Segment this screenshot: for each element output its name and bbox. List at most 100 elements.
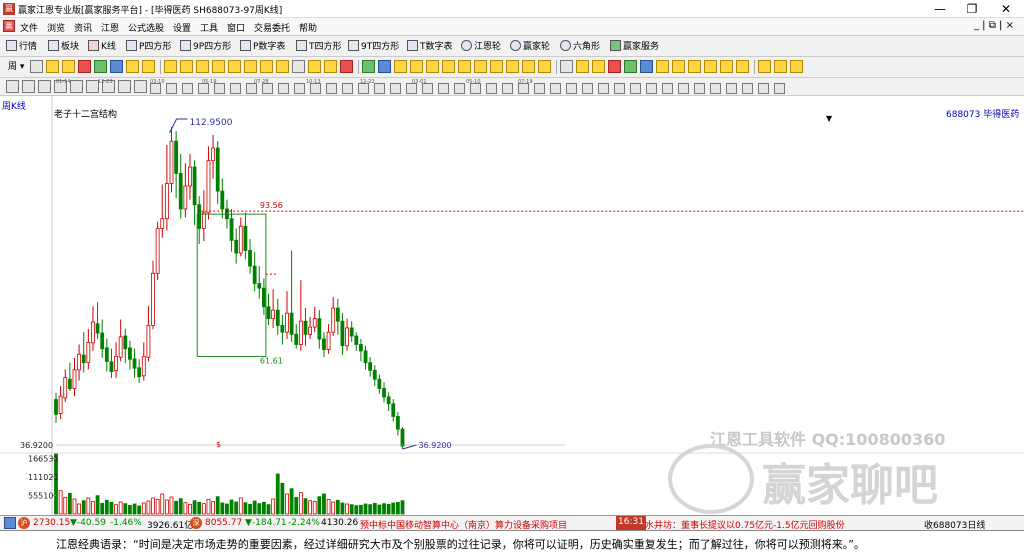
winner-wheel-button[interactable]: 赢家轮 xyxy=(510,40,550,54)
analysis-tool-31-icon[interactable] xyxy=(630,83,641,94)
draw-tool-4-icon[interactable] xyxy=(78,60,91,73)
minimize-button[interactable]: — xyxy=(924,0,956,18)
analysis-tool-12-icon[interactable] xyxy=(326,83,337,94)
9t-square-button[interactable]: 9T四方形 xyxy=(348,40,399,54)
analysis-tool-18-icon[interactable] xyxy=(422,83,433,94)
service-button[interactable]: 赢家服务 xyxy=(610,40,659,54)
draw-tool-41-icon[interactable] xyxy=(688,60,701,73)
p-square-button[interactable]: P四方形 xyxy=(126,40,171,54)
draw-tool-34-icon[interactable] xyxy=(576,60,589,73)
analysis-tool-7-icon[interactable] xyxy=(246,83,257,94)
close-button[interactable]: ✕ xyxy=(990,0,1022,18)
draw-tool-45-icon[interactable] xyxy=(758,60,771,73)
t-number-table-button[interactable]: T数字表 xyxy=(407,40,453,54)
draw-tool-36-icon[interactable] xyxy=(608,60,621,73)
draw-tool-18-icon[interactable] xyxy=(308,60,321,73)
menu-info[interactable]: 资讯 xyxy=(74,21,92,34)
draw-tool-47-icon[interactable] xyxy=(790,60,803,73)
draw-tool-15-icon[interactable] xyxy=(260,60,273,73)
menu-gann[interactable]: 江恩 xyxy=(101,21,119,34)
draw-tool-43-icon[interactable] xyxy=(720,60,733,73)
period-selector[interactable]: 周 ▾ xyxy=(8,60,24,74)
analysis-tool-24-icon[interactable] xyxy=(518,83,529,94)
draw-tool-11-icon[interactable] xyxy=(196,60,209,73)
menu-file[interactable]: 文件 xyxy=(20,21,38,34)
sh-index[interactable]: 2730.15 xyxy=(33,518,70,528)
menu-window[interactable]: 窗口 xyxy=(227,21,245,34)
analysis-tool-35-icon[interactable] xyxy=(694,83,705,94)
analysis-tool-21-icon[interactable] xyxy=(470,83,481,94)
draw-tool-21-icon[interactable] xyxy=(362,60,375,73)
draw-tool-10-icon[interactable] xyxy=(180,60,193,73)
draw-tool-42-icon[interactable] xyxy=(704,60,717,73)
analysis-tool-33-icon[interactable] xyxy=(662,83,673,94)
analysis-tool-39-icon[interactable] xyxy=(758,83,769,94)
menu-help[interactable]: 帮助 xyxy=(299,21,317,34)
draw-tool-26-icon[interactable] xyxy=(442,60,455,73)
view-tool-2-icon[interactable] xyxy=(22,80,35,93)
mdi-controls[interactable]: _ | ⧉ | × xyxy=(974,20,1014,31)
draw-tool-37-icon[interactable] xyxy=(624,60,637,73)
draw-tool-9-icon[interactable] xyxy=(164,60,177,73)
menu-formula[interactable]: 公式选股 xyxy=(128,21,164,34)
analysis-tool-10-icon[interactable] xyxy=(294,83,305,94)
analysis-tool-26-icon[interactable] xyxy=(550,83,561,94)
analysis-tool-16-icon[interactable] xyxy=(390,83,401,94)
draw-tool-35-icon[interactable] xyxy=(592,60,605,73)
draw-tool-1-icon[interactable] xyxy=(30,60,43,73)
draw-tool-17-icon[interactable] xyxy=(292,60,305,73)
draw-tool-40-icon[interactable] xyxy=(672,60,685,73)
analysis-tool-2-icon[interactable] xyxy=(166,83,177,94)
sector-button[interactable]: 板块 xyxy=(48,40,79,54)
draw-tool-27-icon[interactable] xyxy=(458,60,471,73)
view-tool-9-icon[interactable] xyxy=(134,80,147,93)
draw-tool-29-icon[interactable] xyxy=(490,60,503,73)
draw-tool-22-icon[interactable] xyxy=(378,60,391,73)
analysis-tool-4-icon[interactable] xyxy=(198,83,209,94)
sz-index[interactable]: 8055.77 xyxy=(205,518,242,528)
analysis-tool-40-icon[interactable] xyxy=(774,83,785,94)
analysis-tool-6-icon[interactable] xyxy=(230,83,241,94)
menu-trade[interactable]: 交易委托 xyxy=(254,21,290,34)
analysis-tool-3-icon[interactable] xyxy=(182,83,193,94)
view-tool-8-icon[interactable] xyxy=(118,80,131,93)
draw-tool-32-icon[interactable] xyxy=(538,60,551,73)
analysis-tool-14-icon[interactable] xyxy=(358,83,369,94)
analysis-tool-17-icon[interactable] xyxy=(406,83,417,94)
draw-tool-33-icon[interactable] xyxy=(560,60,573,73)
draw-tool-19-icon[interactable] xyxy=(324,60,337,73)
analysis-tool-32-icon[interactable] xyxy=(646,83,657,94)
draw-tool-2-icon[interactable] xyxy=(46,60,59,73)
analysis-tool-36-icon[interactable] xyxy=(710,83,721,94)
draw-tool-44-icon[interactable] xyxy=(736,60,749,73)
menu-tools[interactable]: 工具 xyxy=(200,21,218,34)
draw-tool-46-icon[interactable] xyxy=(774,60,787,73)
kline-button[interactable]: K线 xyxy=(88,40,116,54)
analysis-tool-23-icon[interactable] xyxy=(502,83,513,94)
view-tool-5-icon[interactable] xyxy=(70,80,83,93)
9p-square-button[interactable]: 9P四方形 xyxy=(180,40,231,54)
analysis-tool-19-icon[interactable] xyxy=(438,83,449,94)
analysis-tool-15-icon[interactable] xyxy=(374,83,385,94)
analysis-tool-9-icon[interactable] xyxy=(278,83,289,94)
gann-wheel-button[interactable]: 江恩轮 xyxy=(461,40,501,54)
draw-tool-8-icon[interactable] xyxy=(142,60,155,73)
menu-settings[interactable]: 设置 xyxy=(173,21,191,34)
analysis-tool-8-icon[interactable] xyxy=(262,83,273,94)
restore-button[interactable]: ❐ xyxy=(956,0,988,18)
analysis-tool-22-icon[interactable] xyxy=(486,83,497,94)
analysis-tool-29-icon[interactable] xyxy=(598,83,609,94)
analysis-tool-11-icon[interactable] xyxy=(310,83,321,94)
t-square-button[interactable]: T四方形 xyxy=(296,40,342,54)
draw-tool-39-icon[interactable] xyxy=(656,60,669,73)
p-number-table-button[interactable]: P数字表 xyxy=(240,40,285,54)
draw-tool-23-icon[interactable] xyxy=(394,60,407,73)
draw-tool-25-icon[interactable] xyxy=(426,60,439,73)
draw-tool-13-icon[interactable] xyxy=(228,60,241,73)
analysis-tool-30-icon[interactable] xyxy=(614,83,625,94)
draw-tool-16-icon[interactable] xyxy=(276,60,289,73)
draw-tool-7-icon[interactable] xyxy=(126,60,139,73)
analysis-tool-1-icon[interactable] xyxy=(150,83,161,94)
draw-tool-12-icon[interactable] xyxy=(212,60,225,73)
draw-tool-38-icon[interactable] xyxy=(640,60,653,73)
